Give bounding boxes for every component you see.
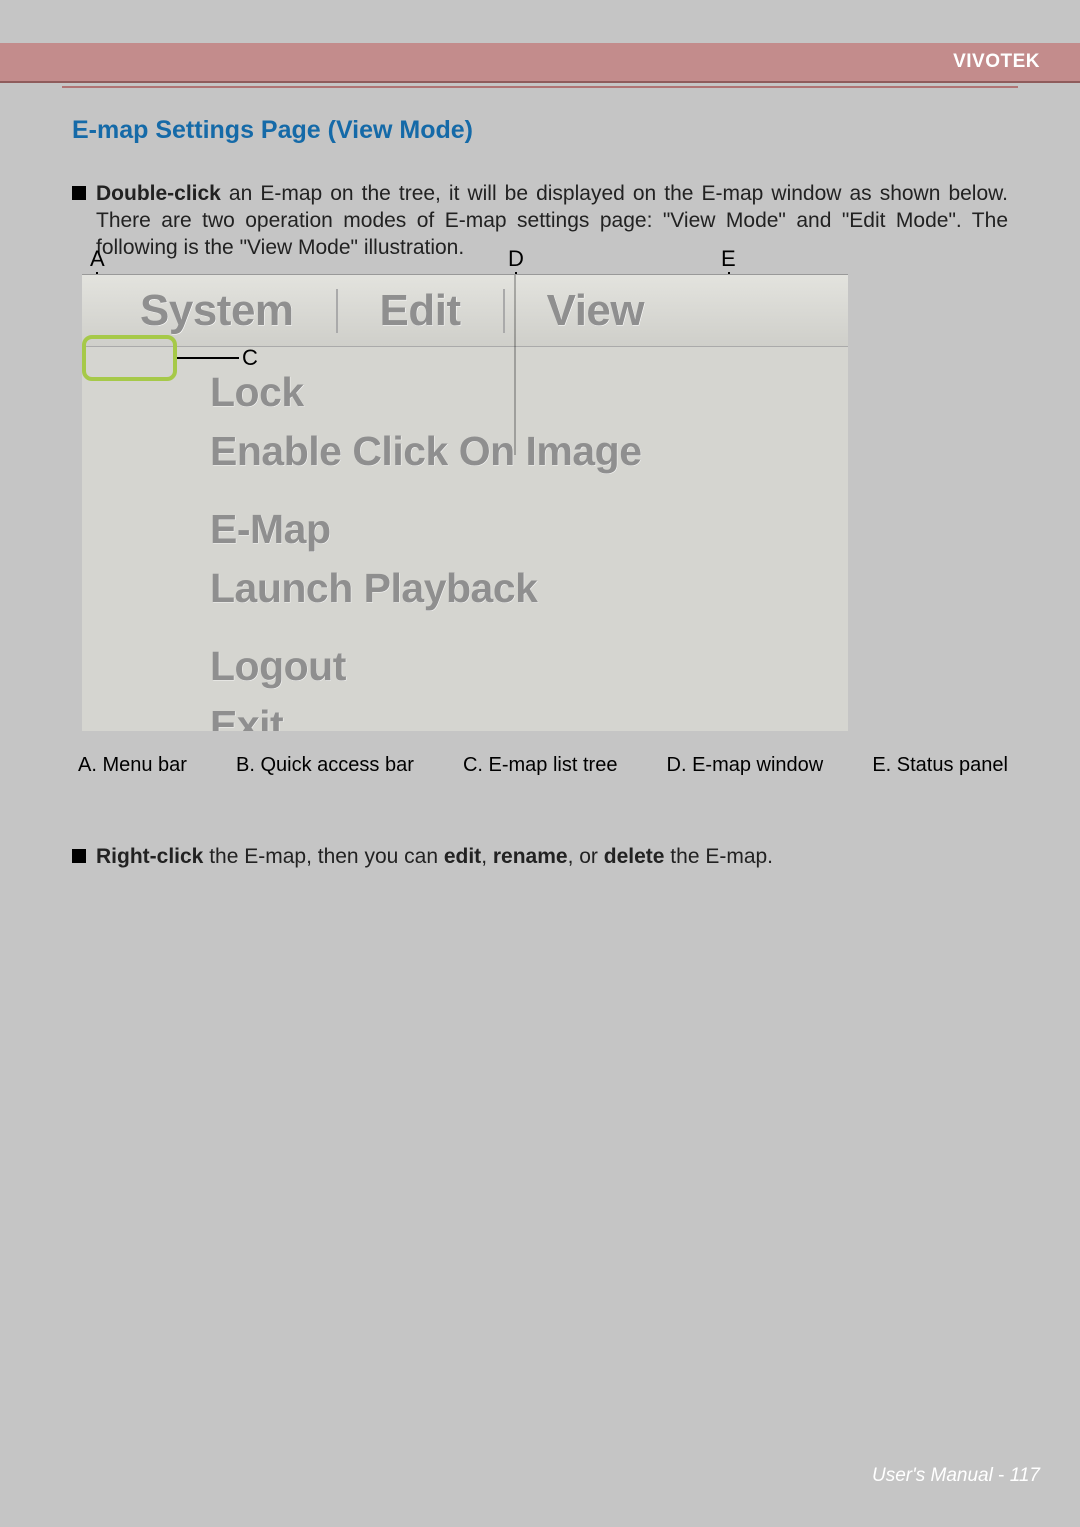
emap-list-tree-highlight xyxy=(82,335,177,381)
p2-mid1: the E-map, then you can xyxy=(203,845,443,868)
header-band: VIVOTEK xyxy=(0,43,1080,83)
brand-label: VIVOTEK xyxy=(953,51,1040,73)
square-bullet-icon xyxy=(72,186,86,200)
footer-page-number: 117 xyxy=(1010,1465,1040,1486)
menu-item-launch-playback[interactable]: Launch Playback xyxy=(210,559,848,618)
paragraph-2: Right-click the E-map, then you can edit… xyxy=(96,844,773,871)
menu-item-exit[interactable]: Exit xyxy=(210,696,848,731)
bold-edit: edit xyxy=(444,845,481,868)
menu-separator xyxy=(336,289,338,333)
bold-double-click: Double-click xyxy=(96,182,221,205)
p2-mid3: , or xyxy=(568,845,604,868)
legend-a: A. Menu bar xyxy=(78,754,187,777)
menu-item-enable-click[interactable]: Enable Click On Image xyxy=(210,422,848,481)
callout-c: C xyxy=(242,345,258,371)
bold-delete: delete xyxy=(604,845,665,868)
callouts-top: A D E xyxy=(82,246,848,274)
document-page: VIVOTEK E-map Settings Page (View Mode) … xyxy=(0,0,1080,1527)
callout-e: E xyxy=(721,246,736,272)
menu-item-lock[interactable]: Lock xyxy=(210,363,848,422)
callout-a: A xyxy=(90,246,105,272)
legend-b: B. Quick access bar xyxy=(236,754,414,777)
p2-end: the E-map. xyxy=(664,845,773,868)
page-footer: User's Manual - 117 xyxy=(872,1465,1040,1487)
header-divider xyxy=(62,86,1018,88)
menu-edit[interactable]: Edit xyxy=(380,286,461,336)
bullet-paragraph-2: Right-click the E-map, then you can edit… xyxy=(72,844,1008,877)
bold-rename: rename xyxy=(493,845,568,868)
menu-separator xyxy=(503,289,505,333)
p2-mid2: , xyxy=(481,845,493,868)
menu-item-logout[interactable]: Logout xyxy=(210,637,848,696)
screenshot-area: System Edit View C Lock Enable Click On … xyxy=(82,274,848,731)
content-area: E-map Settings Page (View Mode) Double-c… xyxy=(72,116,1008,268)
bold-right-click: Right-click xyxy=(96,845,203,868)
menu-view[interactable]: View xyxy=(547,286,644,336)
figure-wrap: A D E System Edit View C Lock Enable Cli… xyxy=(82,246,848,731)
callout-c-line xyxy=(177,357,239,359)
menu-item-emap[interactable]: E-Map xyxy=(210,500,848,559)
callout-d: D xyxy=(508,246,524,272)
menu-bar: System Edit View xyxy=(82,275,848,347)
section-title: E-map Settings Page (View Mode) xyxy=(72,116,1008,145)
legend-e: E. Status panel xyxy=(872,754,1008,777)
square-bullet-icon xyxy=(72,849,86,863)
callout-d-line xyxy=(514,275,516,455)
system-menu-dropdown: Lock Enable Click On Image E-Map Launch … xyxy=(82,347,848,731)
legend-d: D. E-map window xyxy=(667,754,824,777)
legend-c: C. E-map list tree xyxy=(463,754,617,777)
menu-system[interactable]: System xyxy=(140,286,294,336)
footer-dash: - xyxy=(993,1465,1010,1486)
footer-label: User's Manual xyxy=(872,1465,993,1486)
figure-legend: A. Menu bar B. Quick access bar C. E-map… xyxy=(78,754,1008,777)
